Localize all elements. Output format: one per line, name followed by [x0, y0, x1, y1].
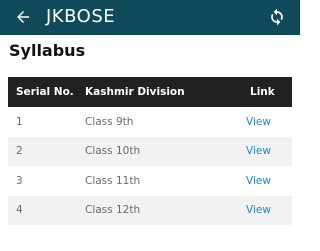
serial-cell: 2 — [16, 145, 23, 158]
table-row: 1 Class 9th View — [8, 107, 292, 137]
syllabus-table: Serial No. Kashmir Division Link 1 Class… — [8, 77, 292, 225]
class-cell: Class 11th — [85, 174, 141, 187]
page-title: Syllabus — [9, 41, 86, 60]
refresh-icon — [271, 8, 283, 26]
app-bar: JKBOSE — [0, 0, 300, 35]
app-title: JKBOSE — [46, 6, 116, 27]
view-link[interactable]: View — [246, 204, 271, 216]
header-link: Link — [250, 86, 275, 98]
arrow-left-icon — [17, 11, 29, 23]
serial-cell: 1 — [16, 115, 23, 128]
header-serial-no: Serial No. — [16, 86, 74, 98]
table-row: 4 Class 12th View — [8, 195, 292, 225]
view-link[interactable]: View — [246, 145, 271, 157]
class-cell: Class 10th — [85, 145, 141, 158]
table-row: 3 Class 11th View — [8, 166, 292, 196]
table-header-row: Serial No. Kashmir Division Link — [8, 77, 292, 107]
view-link[interactable]: View — [246, 116, 271, 128]
class-cell: Class 9th — [85, 115, 134, 128]
table-row: 2 Class 10th View — [8, 136, 292, 166]
back-button[interactable] — [12, 6, 34, 28]
serial-cell: 3 — [16, 174, 23, 187]
serial-cell: 4 — [16, 204, 23, 217]
refresh-button[interactable] — [266, 6, 288, 28]
view-link[interactable]: View — [246, 175, 271, 187]
class-cell: Class 12th — [85, 204, 141, 217]
header-kashmir-division: Kashmir Division — [85, 86, 185, 98]
